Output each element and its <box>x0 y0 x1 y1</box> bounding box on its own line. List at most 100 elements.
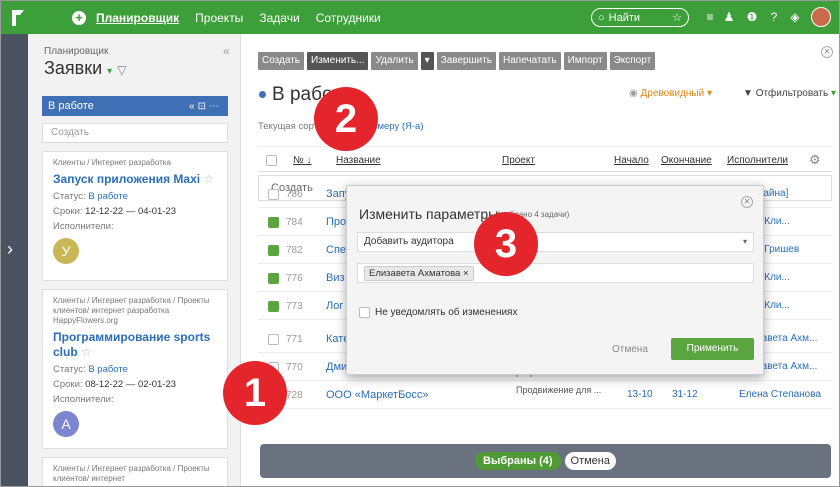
row-checkbox[interactable] <box>268 217 279 231</box>
user-avatar[interactable] <box>811 7 831 27</box>
avatar[interactable]: У <box>53 238 79 264</box>
view-mode-select[interactable]: ◉ Древовидный ▾ <box>629 88 712 99</box>
edit-params-modal: Изменить параметры (выбрано 4 задачи) ✕ … <box>346 185 764 375</box>
auditor-input[interactable]: Елизавета Ахматова × <box>357 263 754 283</box>
col-start[interactable]: Начало <box>614 155 649 166</box>
more-dropdown-button[interactable]: ▾ <box>420 52 434 70</box>
logo-icon[interactable] <box>1 1 34 34</box>
task-card[interactable]: Клиенты / Интернет разработка Запуск при… <box>42 151 228 281</box>
info-icon[interactable]: ❶ <box>745 10 759 24</box>
export-button[interactable]: Экспорт <box>609 52 656 70</box>
column-header[interactable]: В работе «⊡⋯ <box>42 96 228 116</box>
task-card[interactable]: Клиенты / Интернет разработка / Проекты … <box>42 289 228 449</box>
modal-cancel-button[interactable]: Отмена <box>612 344 648 355</box>
card-exec-label: Исполнители: <box>53 394 114 405</box>
cancel-selection-button[interactable]: Отмена <box>564 452 616 470</box>
search-input[interactable]: ○ Найти ☆ <box>591 8 689 27</box>
checkbox[interactable] <box>268 245 279 256</box>
row-number: 728 <box>286 390 303 401</box>
row-number: 784 <box>286 217 303 228</box>
import-button[interactable]: Импорт <box>563 52 607 70</box>
no-notify-label: Не уведомлять об изменениях <box>375 307 518 318</box>
row-executor[interactable]: Елена Степанова <box>739 389 821 400</box>
print-button[interactable]: Напечатать <box>499 52 561 70</box>
row-number: 776 <box>286 273 303 284</box>
card-path: Клиенты / Интернет разработка / Проекты … <box>53 296 210 325</box>
edit-button[interactable]: Изменить... <box>307 52 369 70</box>
no-notify-option[interactable]: Не уведомлять об изменениях <box>359 307 517 318</box>
selection-bar: Выбраны (4) Отмена <box>260 444 831 478</box>
layers-icon[interactable]: ◈ <box>788 10 802 24</box>
complete-button[interactable]: Завершить <box>436 52 497 70</box>
expand-arrow-icon[interactable]: › <box>7 239 13 260</box>
row-name-link[interactable]: ООО «МаркетБосс» <box>326 389 498 401</box>
remove-tag-icon[interactable]: × <box>463 268 469 279</box>
caret-down-icon[interactable]: ▾ <box>107 66 112 77</box>
settings-gear-icon[interactable]: ⚙ <box>809 152 821 168</box>
caret-down-icon: ▾ <box>706 88 713 99</box>
sidebar-title-text: Заявки <box>44 58 103 78</box>
card-dates-value: 12-12-22 — 04-01-23 <box>85 206 177 217</box>
app-window: + Планировщик Проекты Задачи Сотрудники … <box>0 0 840 487</box>
nav-employees[interactable]: Сотрудники <box>316 11 381 25</box>
card-dates: Сроки: 12-12-22 — 04-01-23 <box>53 206 177 217</box>
star-icon[interactable]: ☆ <box>81 345 92 359</box>
card-title[interactable]: Запуск приложения Maxi ☆ <box>53 172 217 187</box>
card-dates-value: 08-12-22 — 02-01-23 <box>85 379 177 390</box>
card-status-value[interactable]: В работе <box>88 191 128 202</box>
column-actions-icon[interactable]: «⊡⋯ <box>189 101 222 112</box>
action-select[interactable]: Добавить аудитора ▾ <box>357 232 754 252</box>
search-placeholder: Найти <box>608 11 641 24</box>
create-button[interactable]: Создать <box>258 52 305 70</box>
nav-projects[interactable]: Проекты <box>195 11 243 25</box>
col-number[interactable]: № ↓ <box>293 155 312 166</box>
filter-icon[interactable]: ▽ <box>117 63 126 77</box>
checkbox[interactable] <box>268 334 279 345</box>
col-name[interactable]: Название <box>336 155 381 166</box>
no-notify-checkbox[interactable] <box>359 307 370 318</box>
star-icon[interactable]: ☆ <box>672 11 682 24</box>
avatar[interactable]: А <box>53 411 79 437</box>
table-row[interactable]: 728 ООО «МаркетБосс» Продвижение для ... 13… <box>258 382 832 409</box>
row-end-date[interactable]: 31-12 <box>672 389 698 400</box>
col-executors[interactable]: Исполнители <box>727 155 788 166</box>
main-nav: Планировщик Проекты Задачи Сотрудники <box>96 11 394 25</box>
close-icon[interactable]: ✕ <box>821 46 833 58</box>
col-project[interactable]: Проект <box>502 155 535 166</box>
sidebar: Планировщик Заявки ▾ ▽ « В работе «⊡⋯ Со… <box>28 34 241 486</box>
add-icon[interactable]: + <box>72 10 86 25</box>
checkbox[interactable] <box>268 189 279 200</box>
person-icon[interactable]: ♟ <box>722 10 736 24</box>
row-start-date[interactable]: 13-10 <box>627 389 653 400</box>
filter-button[interactable]: ▼ Отфильтровать ▾ <box>743 88 836 99</box>
delete-button[interactable]: Удалить <box>371 52 418 70</box>
row-checkbox[interactable] <box>268 334 279 348</box>
create-card-input[interactable]: Создать <box>42 123 228 143</box>
card-status-value[interactable]: В работе <box>88 364 128 375</box>
select-all-checkbox[interactable] <box>266 155 277 166</box>
star-icon[interactable]: ☆ <box>203 172 214 186</box>
sidebar-title[interactable]: Заявки ▾ ▽ <box>44 58 126 79</box>
nav-tasks[interactable]: Задачи <box>259 11 299 25</box>
row-checkbox[interactable] <box>268 245 279 259</box>
selected-count-button[interactable]: Выбраны (4) <box>475 452 561 470</box>
step-badge-3: 3 <box>474 212 538 276</box>
row-checkbox[interactable] <box>268 189 279 203</box>
checkbox[interactable] <box>268 217 279 228</box>
apply-button[interactable]: Применить <box>671 338 754 360</box>
checkbox[interactable] <box>268 273 279 284</box>
task-card[interactable]: Клиенты / Интернет разработка / Проекты … <box>42 457 228 486</box>
card-path: Клиенты / Интернет разработка <box>53 158 171 167</box>
row-checkbox[interactable] <box>268 301 279 315</box>
column-title: В работе <box>48 100 94 112</box>
row-checkbox[interactable] <box>268 273 279 287</box>
menu-icon[interactable]: ≡ <box>703 10 717 24</box>
collapse-icon[interactable]: « <box>223 44 230 58</box>
help-icon[interactable]: ? <box>767 10 781 24</box>
card-title[interactable]: Программирование sports club ☆ <box>53 330 217 360</box>
col-end[interactable]: Окончание <box>661 155 712 166</box>
close-icon[interactable]: ✕ <box>741 196 753 208</box>
checkbox[interactable] <box>268 301 279 312</box>
nav-planner[interactable]: Планировщик <box>96 11 179 25</box>
user-tag[interactable]: Елизавета Ахматова × <box>364 266 474 281</box>
